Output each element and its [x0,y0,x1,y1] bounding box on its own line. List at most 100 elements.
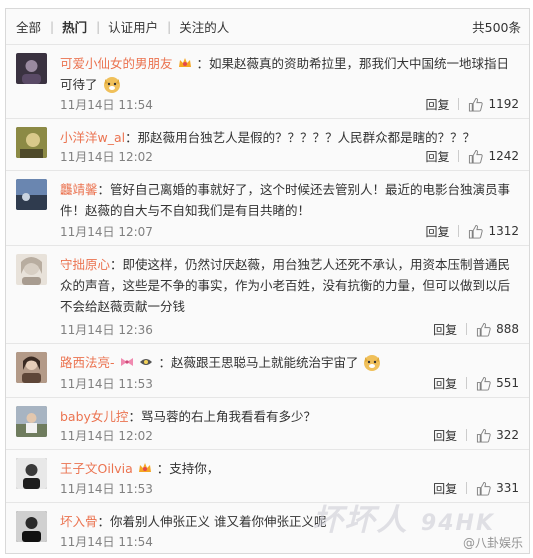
doge-emoji-icon [103,77,120,93]
like-button[interactable]: 888 [476,322,519,337]
tab-separator: | [50,19,55,34]
tab-verified[interactable]: 认证用户 [108,17,167,36]
divider [466,482,468,494]
comment-text: 小洋洋w_al：那赵薇用台独艺人是假的？？？？？人民群众都是瞎的？？？ [60,127,519,148]
comment-panel: 全部 | 热门 | 认证用户 | 关注的人 共500条 可爱小仙女的男朋友 ：如… [5,8,530,554]
comment-item: 路西法亮- ：赵薇跟王思聪马上就能统治宇宙了 11月14日 11:53 回复 5… [6,344,529,398]
comment-time: 11月14日 12:36 [60,322,153,337]
comment-meta: 11月14日 11:53 回复 331 [60,479,519,497]
comment-username[interactable]: 王子文Oilvia [60,461,133,476]
comment-username[interactable]: 守拙原心 [60,257,110,272]
like-button[interactable]: 551 [476,376,519,391]
comment-username[interactable]: baby女儿控 [60,409,128,424]
comment-body: ：即使这样，仍然讨厌赵薇，用台独艺人还死不承认，用资本压制普通民众的声音，这些是… [60,257,511,314]
thumbs-up-icon [469,149,484,164]
like-button[interactable]: 331 [476,481,519,496]
avatar[interactable] [16,53,47,84]
divider [466,377,468,389]
comment-text: 路西法亮- ：赵薇跟王思聪马上就能统治宇宙了 [60,352,519,373]
comment-item: 坏入骨：你着别人伸张正义 谁又着你伸张正义呢 11月14日 11:54 [6,503,529,553]
like-count: 322 [496,428,519,442]
filter-tabs: 全部 | 热门 | 认证用户 | 关注的人 共500条 [6,9,529,45]
comment-username[interactable]: 坏入骨 [60,514,98,529]
divider [466,429,468,441]
reply-button[interactable]: 回复 [425,223,449,240]
comment-item: baby女儿控：骂马蓉的右上角我看看有多少？ 11月14日 12:02 回复 3… [6,398,529,450]
reply-button[interactable]: 回复 [433,375,457,392]
comment-time: 11月14日 12:02 [60,149,153,164]
like-count: 1192 [488,97,519,111]
avatar[interactable] [16,352,47,383]
reply-button[interactable]: 回复 [425,96,449,113]
crown-badge-icon [178,58,191,67]
thumbs-up-icon [477,376,491,391]
comment-text: 守拙原心：即使这样，仍然讨厌赵薇，用台独艺人还死不承认，用资本压制普通民众的声音… [60,254,519,317]
avatar[interactable] [16,127,47,158]
avatar[interactable] [16,179,47,210]
comment-meta: 11月14日 12:02 回复 1242 [60,147,519,165]
avatar[interactable] [16,406,47,437]
tab-separator: | [96,19,101,34]
thumbs-up-icon [469,224,484,239]
like-count: 1242 [488,149,519,163]
comment-meta: 11月14日 11:54 回复 1192 [60,95,519,113]
reply-button[interactable]: 回复 [425,148,449,165]
reply-button[interactable]: 回复 [433,321,457,338]
comment-text: 龘靖馨：管好自己离婚的事就好了，这个时候还去管别人！最近的电影台独演员事件！赵薇… [60,179,519,221]
crown-badge-icon [138,463,151,472]
doge-emoji-icon [364,355,381,371]
comment-username[interactable]: 可爱小仙女的男朋友 [60,56,173,71]
divider [458,225,460,237]
tab-separator: | [167,19,172,34]
eye-badge-icon [140,359,153,365]
comment-time: 11月14日 11:53 [60,481,153,496]
like-button[interactable]: 1192 [468,97,519,112]
comment-item: 可爱小仙女的男朋友 ：如果赵薇真的资助希拉里，那我们大中国统一地球指日可待了 1… [6,45,529,119]
avatar[interactable] [16,254,47,285]
thumbs-up-icon [477,481,491,496]
thumbs-up-icon [477,428,491,443]
like-count: 551 [496,376,519,390]
like-count: 331 [496,481,519,495]
tab-all[interactable]: 全部 [16,17,50,36]
comment-item: 王子文Oilvia ：支持你， 11月14日 11:53 回复 331 [6,450,529,503]
comment-item: 龘靖馨：管好自己离婚的事就好了，这个时候还去管别人！最近的电影台独演员事件！赵薇… [6,171,529,246]
comment-time: 11月14日 11:53 [60,376,153,391]
comment-body: ：管好自己离婚的事就好了，这个时候还去管别人！最近的电影台独演员事件！赵薇的自大… [60,182,511,218]
comment-time: 11月14日 11:54 [60,97,153,112]
like-button[interactable]: 322 [476,428,519,443]
comment-text: 坏入骨：你着别人伸张正义 谁又着你伸张正义呢 [60,511,519,532]
comment-meta: 11月14日 11:53 回复 551 [60,374,519,392]
comment-meta: 11月14日 12:07 回复 1312 [60,222,519,240]
comment-username[interactable]: 小洋洋w_al [60,130,125,145]
like-button[interactable]: 1312 [468,224,519,239]
comment-body: ：赵薇跟王思聪马上就能统治宇宙了 [158,355,359,370]
comment-body: ：那赵薇用台独艺人是假的？？？？？人民群众都是瞎的？？？ [125,130,476,145]
divider [466,323,468,335]
comment-time: 11月14日 12:02 [60,428,153,443]
tab-following[interactable]: 关注的人 [179,17,238,36]
comment-total: 共500条 [472,20,521,35]
comment-username[interactable]: 龘靖馨 [60,182,98,197]
comment-username[interactable]: 路西法亮- [60,355,115,370]
thumbs-up-icon [469,97,484,112]
comment-meta: 11月14日 11:54 [60,532,519,550]
comment-meta: 11月14日 12:36 回复 888 [60,320,519,338]
comment-list: 可爱小仙女的男朋友 ：如果赵薇真的资助希拉里，那我们大中国统一地球指日可待了 1… [6,45,529,553]
like-button[interactable]: 1242 [468,149,519,164]
tab-hot[interactable]: 热门 [62,17,96,36]
avatar[interactable] [16,458,47,489]
reply-button[interactable]: 回复 [433,427,457,444]
comment-meta: 11月14日 12:02 回复 322 [60,426,519,444]
like-count: 888 [496,322,519,336]
comment-text: baby女儿控：骂马蓉的右上角我看看有多少？ [60,406,519,427]
comment-time: 11月14日 12:07 [60,224,153,239]
comment-text: 可爱小仙女的男朋友 ：如果赵薇真的资助希拉里，那我们大中国统一地球指日可待了 [60,53,519,95]
divider [458,150,460,162]
reply-button[interactable]: 回复 [433,480,457,497]
comment-item: 守拙原心：即使这样，仍然讨厌赵薇，用台独艺人还死不承认，用资本压制普通民众的声音… [6,246,529,344]
avatar[interactable] [16,511,47,542]
thumbs-up-icon [477,322,491,337]
like-count: 1312 [488,224,519,238]
ribbon-badge-icon [120,358,133,366]
